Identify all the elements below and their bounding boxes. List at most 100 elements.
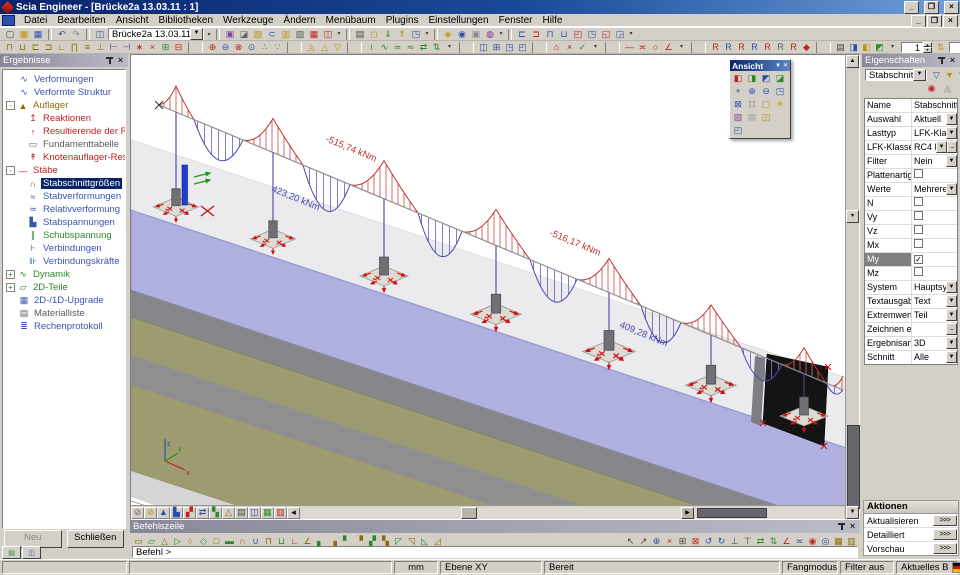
- member-tool-icon-8[interactable]: ⊥: [94, 41, 107, 53]
- toolbar-icon[interactable]: [287, 42, 302, 53]
- view-settings-icon[interactable]: ▧: [731, 111, 745, 124]
- toolbar-icon[interactable]: ▾: [886, 41, 899, 53]
- perspective-icon[interactable]: ◰: [731, 124, 745, 137]
- spinner-value[interactable]: 1: [901, 42, 923, 53]
- dropdown-arrow-icon[interactable]: ▼: [936, 141, 947, 153]
- options-icon[interactable]: ◍: [483, 28, 497, 40]
- tree-item[interactable]: ↥ Reaktionen: [3, 112, 125, 125]
- pin-icon[interactable]: [938, 56, 945, 65]
- layers-icon[interactable]: ▣: [469, 28, 483, 40]
- result-icon-8[interactable]: ◆: [800, 41, 813, 53]
- toolbar-icon[interactable]: [188, 42, 203, 53]
- close-icon[interactable]: ×: [848, 522, 857, 531]
- project-combobox[interactable]: Brücke2a 13.03.11 ▼: [108, 28, 204, 40]
- menu-item[interactable]: Menübaum: [321, 14, 381, 27]
- labels-view-icon[interactable]: ▞: [183, 507, 196, 519]
- support-icon-1[interactable]: ◬: [305, 41, 318, 53]
- toolbar-icon[interactable]: [347, 42, 362, 53]
- pin-icon[interactable]: [838, 522, 845, 531]
- tree-item[interactable]: - ▲ Auflager: [3, 99, 125, 112]
- property-row[interactable]: Zeichnen ein... ▼ ...: [865, 323, 957, 337]
- window-icon-1[interactable]: ◫: [477, 41, 490, 53]
- corner-view-icon[interactable]: ◩: [873, 41, 886, 53]
- support-icon-2[interactable]: △: [318, 41, 331, 53]
- member-tool-icon-6[interactable]: ∏: [68, 41, 81, 53]
- toolbar-icon[interactable]: ▾: [497, 28, 505, 40]
- property-row[interactable]: LFK-Klasse RC4 NL ▼ ...: [865, 141, 957, 155]
- toolbar-overflow-icon[interactable]: ▾: [205, 31, 213, 38]
- points-icon-1[interactable]: ∴: [258, 41, 271, 53]
- scroll-left-icon[interactable]: ◂: [287, 507, 300, 519]
- zoom-window-icon[interactable]: ◳: [773, 85, 787, 98]
- parameters-view-icon[interactable]: ▥: [274, 507, 287, 519]
- tree-item[interactable]: ≣ Rechenprotokoll: [3, 320, 125, 333]
- mdi-child-icon[interactable]: [2, 15, 15, 26]
- property-value[interactable]: Mehrere Ko ▼ ...: [912, 183, 957, 196]
- node-cross-icon[interactable]: ∗: [133, 41, 146, 53]
- property-value[interactable]: ▼ ...: [912, 267, 957, 280]
- toolbar-icon[interactable]: ▾: [589, 41, 602, 53]
- redo-icon[interactable]: ↷: [69, 28, 83, 40]
- dropdown-arrow-icon[interactable]: ▼: [946, 309, 957, 321]
- member-tool-icon-9[interactable]: ⊢: [107, 41, 120, 53]
- member-tool-icon-5[interactable]: ∟: [55, 41, 68, 53]
- project-window-icon[interactable]: ◫: [93, 28, 107, 40]
- member-tool-icon-10[interactable]: ⊣: [120, 41, 133, 53]
- close-icon[interactable]: ×: [948, 56, 957, 65]
- property-row[interactable]: Mx ▼ ...: [865, 239, 957, 253]
- document-icon[interactable]: ▥: [279, 28, 293, 40]
- tree-item[interactable]: + ∿ Dynamik: [3, 268, 125, 281]
- grid-view-icon[interactable]: ▤: [235, 507, 248, 519]
- property-value[interactable]: Hauptsystem ▼ ...: [912, 281, 957, 294]
- action-row[interactable]: Detailliert >>>: [864, 528, 958, 542]
- check-icon[interactable]: ✓: [576, 41, 589, 53]
- property-row[interactable]: Mz ▼ ...: [865, 267, 957, 281]
- load-icon-2[interactable]: ∿: [378, 41, 391, 53]
- equal-result-icon[interactable]: ≍: [636, 41, 649, 53]
- delete-icon[interactable]: ×: [563, 41, 576, 53]
- checkbox[interactable]: [914, 239, 923, 248]
- zoom-all-icon[interactable]: ⊠: [731, 98, 745, 111]
- edit-pencil-icon[interactable]: ✎: [956, 69, 960, 81]
- close-button[interactable]: ×: [944, 1, 959, 14]
- dropdown-arrow-icon[interactable]: ▼: [946, 155, 957, 167]
- tree-expander-icon[interactable]: +: [6, 283, 15, 292]
- property-value[interactable]: Nein ▼ ...: [912, 155, 957, 168]
- tree-item[interactable]: ≃ Relativverformung: [3, 203, 125, 216]
- tree-item[interactable]: ↟ Knotenauflager-Resultierende: [3, 151, 125, 164]
- dropdown-arrow-icon[interactable]: ▼: [946, 337, 957, 349]
- property-value[interactable]: Stabschnittg.. ▼ ...: [912, 99, 957, 112]
- property-row[interactable]: Vy ▼ ...: [865, 211, 957, 225]
- checkbox[interactable]: [914, 225, 923, 234]
- frame-view-icon-3[interactable]: ⊓: [543, 28, 557, 40]
- half-view2-icon[interactable]: ◧: [860, 41, 873, 53]
- dropdown-arrow-icon[interactable]: ▼: [946, 281, 957, 293]
- status-plane[interactable]: Ebene XY: [440, 561, 542, 574]
- sections-view-icon[interactable]: ▦: [261, 507, 274, 519]
- frame-view-icon-2[interactable]: ⊐: [529, 28, 543, 40]
- node-icon-2[interactable]: ⊖: [219, 41, 232, 53]
- load-case-icon[interactable]: ⇅: [934, 41, 947, 53]
- model-viewport[interactable]: 423,20 kNm -515,74 kNm -516,17 kNm 409,2…: [130, 54, 860, 520]
- dropdown-arrow-icon[interactable]: ▼: [946, 295, 957, 307]
- result-icon-2[interactable]: R: [722, 41, 735, 53]
- undo-icon[interactable]: ↶: [55, 28, 69, 40]
- tree-item[interactable]: ▦ 2D-/1D-Upgrade: [3, 294, 125, 307]
- toolbar-icon[interactable]: ▾: [335, 28, 343, 40]
- vertical-scrollbar[interactable]: ▲ ▾ ▼: [845, 55, 859, 519]
- ansicht-caption[interactable]: Ansicht ▼ ✕: [730, 60, 790, 71]
- toolbar-icon[interactable]: ▾: [627, 28, 635, 40]
- filter-funnel-icon[interactable]: ▽: [930, 69, 943, 81]
- close-panel-button[interactable]: Schließen: [67, 530, 125, 548]
- node-icon-1[interactable]: ⊕: [206, 41, 219, 53]
- load-icon-5[interactable]: ⇄: [417, 41, 430, 53]
- property-row[interactable]: My ▼ ...: [865, 253, 957, 267]
- view-z-icon[interactable]: ◩: [759, 72, 773, 85]
- zoom-document-icon[interactable]: ◉: [455, 28, 469, 40]
- load-icon-1[interactable]: ≀: [365, 41, 378, 53]
- view-x-icon[interactable]: ◧: [731, 72, 745, 85]
- chevron-down-icon[interactable]: ▼: [775, 63, 781, 69]
- scrollbar-thumb[interactable]: [461, 507, 477, 519]
- supports-view-icon[interactable]: ▲: [157, 507, 170, 519]
- pin-icon[interactable]: [106, 56, 113, 65]
